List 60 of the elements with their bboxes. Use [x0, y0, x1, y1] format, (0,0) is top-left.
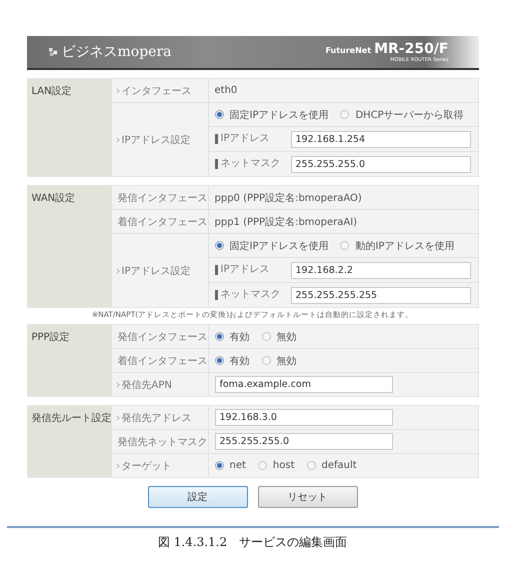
radio-button[interactable] [262, 332, 270, 341]
radio-label: 有効 [230, 330, 250, 344]
form-button[interactable]: リセット [258, 486, 358, 508]
radio-label: default [322, 460, 357, 471]
radio-label: DHCPサーバーから取得 [355, 108, 464, 122]
chevron-icon [116, 462, 120, 468]
form-button[interactable]: 設定 [148, 486, 248, 508]
radio-button[interactable] [214, 110, 224, 119]
radio-label: 固定IPアドレスを使用 [230, 108, 328, 122]
radio-label: 無効 [276, 354, 296, 368]
radio-button[interactable] [214, 332, 224, 341]
chevron-icon [116, 414, 120, 420]
field-label: 着信インタフェース [118, 216, 208, 228]
input-field[interactable]: 192.168.3.0 [214, 409, 392, 426]
field-label: 発信インタフェース [118, 192, 208, 204]
field-label: 発信先APN [122, 378, 172, 392]
radio-button[interactable] [214, 461, 224, 470]
radio-button[interactable] [262, 356, 270, 365]
field-label: インタフェース [122, 84, 192, 98]
radio-button[interactable] [340, 110, 350, 119]
input-field[interactable]: 255.255.255.255 [290, 286, 470, 304]
input-field[interactable]: 192.168.1.254 [290, 130, 470, 148]
value-text: ppp1 (PPP設定名:bmoperaAI) [214, 216, 358, 228]
field-label: IPアドレス設定 [122, 264, 190, 278]
radio-label: 動的IPアドレスを使用 [355, 240, 454, 252]
section-title: WAN設定 [28, 186, 112, 307]
brand-name: ビジネスmopera [62, 43, 172, 61]
radio-button[interactable] [214, 241, 224, 250]
radio-label: 無効 [276, 330, 296, 344]
product-name: MR-250/F [374, 41, 448, 57]
chevron-icon [116, 382, 120, 388]
chevron-icon [116, 136, 120, 142]
product-prefix: FutureNet [325, 46, 372, 55]
radio-button[interactable] [258, 461, 267, 470]
section-title: LAN設定 [28, 79, 112, 176]
section-title: 発信先ルート設定 [28, 406, 112, 477]
radio-label: 固定IPアドレスを使用 [230, 240, 328, 252]
input-field[interactable]: foma.example.com [214, 376, 392, 393]
field-label: ターゲット [122, 460, 172, 472]
figure-caption: 図 1.4.3.1.2 サービスの編集画面 [156, 534, 348, 551]
radio-label: 有効 [230, 354, 250, 368]
radio-label: net [230, 460, 246, 471]
radio-label: host [272, 460, 295, 471]
field-label: 発信先ネットマスク [118, 436, 208, 448]
field-label: IPアドレス設定 [122, 134, 190, 146]
input-field[interactable]: 255.255.255.0 [214, 433, 392, 450]
chevron-icon [116, 268, 120, 274]
field-label: 着信インタフェース [118, 354, 208, 368]
input-field[interactable]: 192.168.2.2 [290, 262, 470, 278]
section-title: PPP設定 [28, 325, 112, 396]
radio-button[interactable] [340, 241, 350, 250]
logo-icon [48, 48, 58, 56]
radio-button[interactable] [306, 461, 316, 470]
field-label: 発信インタフェース [118, 330, 208, 344]
radio-button[interactable] [214, 356, 224, 365]
chevron-icon [116, 88, 120, 94]
value-text: ppp0 (PPP設定名:bmoperaAO) [214, 192, 362, 204]
value-text: eth0 [214, 85, 238, 96]
input-field[interactable]: 255.255.255.0 [290, 156, 470, 172]
field-label: 発信先アドレス [122, 412, 192, 424]
